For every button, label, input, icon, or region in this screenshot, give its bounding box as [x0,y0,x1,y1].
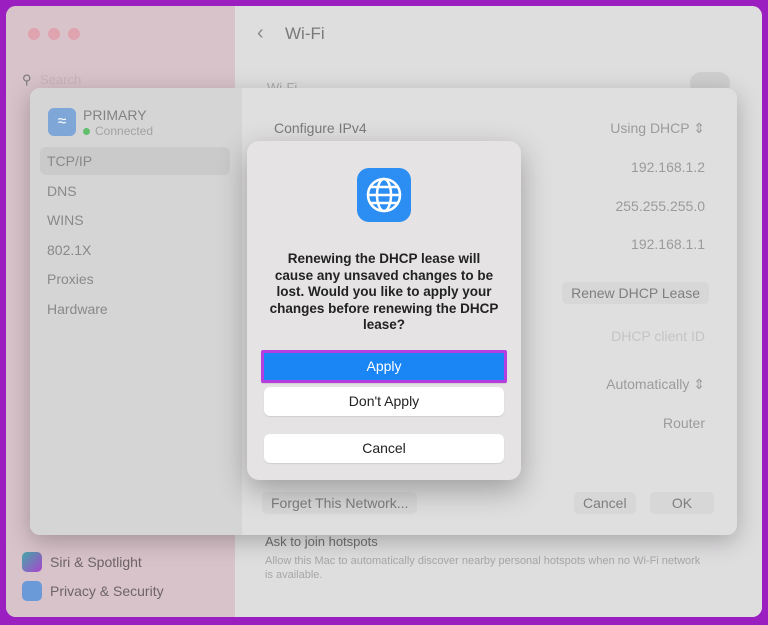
chevron-updown-icon: ⇕ [693,376,705,392]
sidebar-item-privacy-security[interactable]: Privacy & Security [22,580,164,602]
tab-tcpip[interactable]: TCP/IP [40,147,230,175]
configure-ipv6-value: Automatically [606,376,690,392]
sidebar-item-label: Siri & Spotlight [50,554,142,570]
close-window-button[interactable] [28,28,40,40]
search-placeholder: Search [40,72,82,87]
sheet-sidebar: ≈ PRIMARY Connected TCP/IP DNS WINS 802.… [30,88,242,535]
back-chevron-icon[interactable]: ‹ [257,22,264,45]
sidebar-item-label: Privacy & Security [50,583,164,599]
globe-icon [357,168,411,222]
tab-proxies[interactable]: Proxies [40,265,230,293]
configure-ipv4-select[interactable]: Using DHCP ⇕ [610,120,705,137]
tab-wins[interactable]: WINS [40,206,230,234]
sheet-cancel-button[interactable]: Cancel [574,492,636,514]
tab-dns[interactable]: DNS [40,177,230,205]
apply-button[interactable]: Apply [261,350,507,383]
wifi-icon: ≈ [48,108,76,136]
siri-icon [22,552,42,572]
configure-ipv6-select[interactable]: Automatically ⇕ [606,376,705,393]
router-value: 192.168.1.1 [631,236,705,252]
alert-message: Renewing the DHCP lease will cause any u… [269,251,499,332]
network-status: Connected [83,124,153,138]
dhcp-alert-dialog: Renewing the DHCP lease will cause any u… [247,141,521,480]
sidebar-item-siri-spotlight[interactable]: Siri & Spotlight [22,551,142,573]
ipv6-router-value: Router [662,415,705,431]
ok-button[interactable]: OK [650,492,714,514]
zoom-window-button[interactable] [68,28,80,40]
dont-apply-button[interactable]: Don't Apply [264,387,504,416]
configure-ipv4-value: Using DHCP [610,120,690,136]
subnet-mask-value: 255.255.255.0 [615,198,705,214]
hand-icon [22,581,42,601]
tab-8021x[interactable]: 802.1X [40,236,230,264]
hotspots-title: Ask to join hotspots [265,534,378,549]
hotspots-description: Allow this Mac to automatically discover… [265,555,701,581]
configure-ipv4-label: Configure IPv4 [274,120,367,136]
minimize-window-button[interactable] [48,28,60,40]
ip-address-value: 192.168.1.2 [631,159,705,175]
cancel-button[interactable]: Cancel [264,434,504,463]
chevron-updown-icon: ⇕ [693,120,705,136]
dhcp-client-id-input[interactable]: DHCP client ID [611,328,705,344]
network-name: PRIMARY [83,107,147,123]
renew-dhcp-lease-button[interactable]: Renew DHCP Lease [562,282,709,304]
tab-hardware[interactable]: Hardware [40,295,230,323]
forget-network-button[interactable]: Forget This Network... [262,492,418,514]
page-title: Wi-Fi [285,24,325,43]
